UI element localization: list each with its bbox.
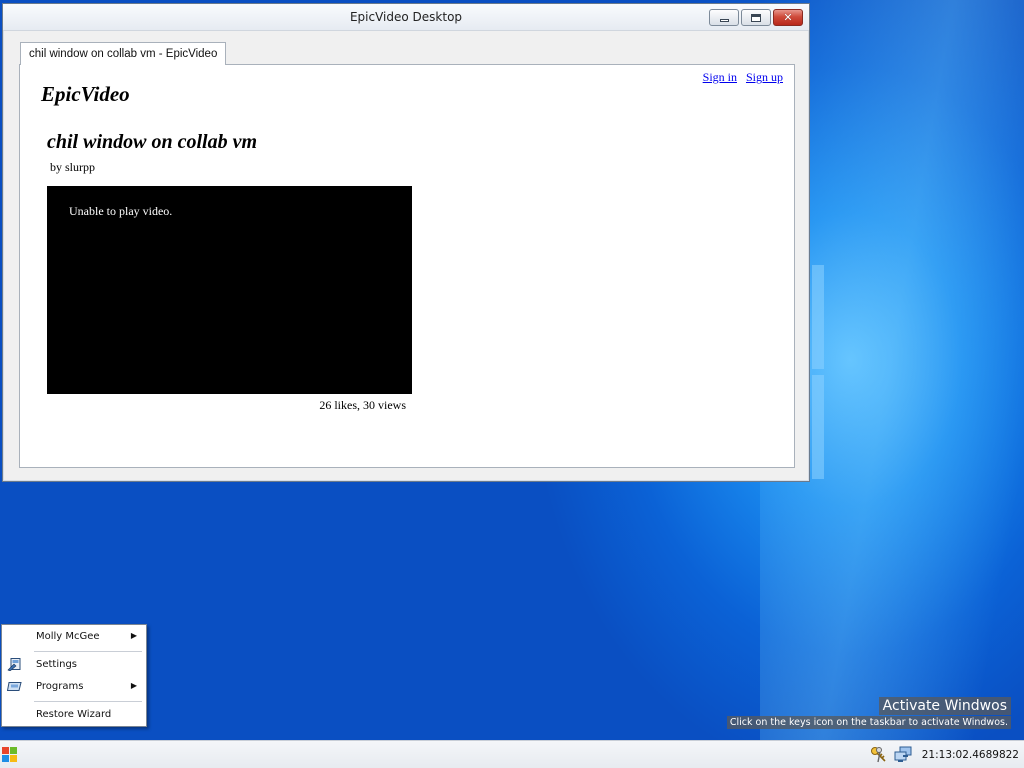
tab-panel: Sign in Sign up EpicVideo chil window on… bbox=[19, 64, 795, 468]
player-error-message: Unable to play video. bbox=[69, 204, 173, 218]
wallpaper-logo-pane bbox=[812, 375, 824, 479]
menu-separator bbox=[34, 651, 142, 652]
settings-icon bbox=[7, 658, 21, 671]
video-player[interactable]: Unable to play video. bbox=[47, 186, 412, 394]
site-logo[interactable]: EpicVideo bbox=[41, 82, 130, 107]
maximize-icon bbox=[751, 13, 761, 22]
start-button[interactable] bbox=[1, 746, 19, 764]
submenu-arrow-icon: ▶ bbox=[130, 681, 137, 690]
video-title: chil window on collab vm bbox=[47, 131, 258, 153]
menu-item-label: Settings bbox=[36, 659, 78, 670]
close-button[interactable]: ✕ bbox=[773, 9, 803, 26]
activation-subtitle: Click on the keys icon on the taskbar to… bbox=[726, 716, 1011, 729]
menu-item-label: Programs bbox=[36, 681, 84, 692]
maximize-button[interactable] bbox=[741, 9, 771, 26]
activation-watermark: Activate Windwos Click on the keys icon … bbox=[726, 697, 1011, 729]
minimize-button[interactable] bbox=[709, 9, 739, 26]
video-stats: 26 likes, 30 views bbox=[319, 398, 406, 412]
sign-up-link[interactable]: Sign up bbox=[746, 70, 783, 84]
menu-separator bbox=[34, 701, 142, 702]
taskbar: 21:13:02.4689822 bbox=[0, 740, 1024, 768]
sign-in-link[interactable]: Sign in bbox=[703, 70, 737, 84]
start-menu-item-programs[interactable]: Programs ▶ bbox=[2, 678, 146, 696]
menu-item-label: Molly McGee bbox=[36, 631, 100, 642]
menu-item-label: Restore Wizard bbox=[36, 709, 112, 720]
caption-buttons: ✕ bbox=[709, 9, 803, 26]
start-menu-item-user[interactable]: Molly McGee ▶ bbox=[2, 628, 146, 646]
submenu-arrow-icon: ▶ bbox=[130, 631, 137, 640]
start-menu-item-restore-wizard[interactable]: Restore Wizard bbox=[2, 706, 146, 724]
start-menu-item-settings[interactable]: Settings bbox=[2, 656, 146, 674]
keys-icon[interactable] bbox=[870, 746, 888, 764]
start-menu: Molly McGee ▶ Settings Programs ▶ Restor… bbox=[1, 624, 147, 727]
programs-icon bbox=[7, 682, 22, 691]
wallpaper-logo-pane bbox=[812, 265, 824, 369]
tab-epicvideo[interactable]: chil window on collab vm - EpicVideo bbox=[20, 42, 227, 65]
web-page: Sign in Sign up EpicVideo chil window on… bbox=[20, 65, 794, 467]
network-icon[interactable] bbox=[894, 746, 912, 764]
close-icon: ✕ bbox=[783, 11, 793, 24]
auth-links: Sign in Sign up bbox=[697, 70, 783, 85]
title-bar[interactable]: EpicVideo Desktop ✕ bbox=[3, 4, 809, 31]
window-title: EpicVideo Desktop bbox=[349, 10, 463, 24]
video-byline: by slurpp bbox=[50, 160, 95, 174]
system-tray: 21:13:02.4689822 bbox=[870, 741, 1024, 768]
activation-title: Activate Windwos bbox=[878, 697, 1011, 715]
taskbar-clock[interactable]: 21:13:02.4689822 bbox=[922, 749, 1019, 761]
minimize-icon bbox=[719, 19, 729, 22]
app-window: EpicVideo Desktop ✕ chil window on colla… bbox=[2, 3, 810, 482]
